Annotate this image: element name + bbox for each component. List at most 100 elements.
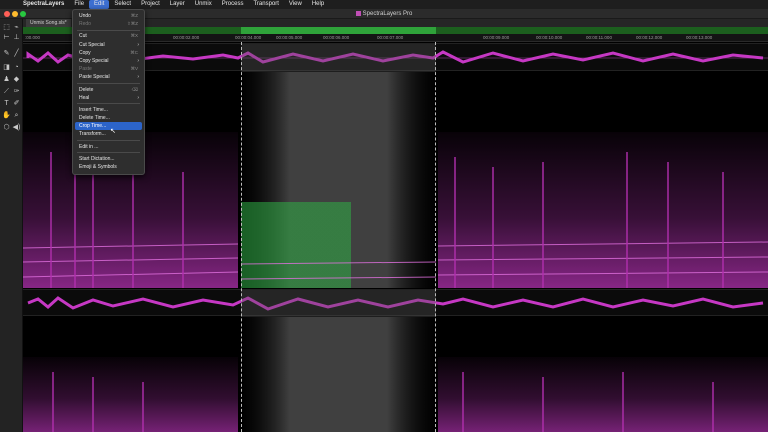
ruler-tick: 00:00:13.000 bbox=[686, 35, 713, 40]
menu-separator bbox=[77, 152, 140, 154]
shortcut: ⌘V bbox=[130, 66, 138, 72]
ruler-tick: 00:00:05.000 bbox=[276, 35, 303, 40]
text-icon[interactable]: T bbox=[2, 99, 11, 108]
edit-menu-dropdown: Undo ⌘Z Redo ⇧⌘Z Cut ⌘X Cut Special › Copy ⌘C… bbox=[72, 9, 145, 175]
cube-icon[interactable]: ⬡ bbox=[2, 123, 11, 132]
fill-icon[interactable]: ◆ bbox=[12, 75, 21, 84]
menu-view[interactable]: View bbox=[284, 0, 307, 9]
shortcut: ⌘X bbox=[130, 33, 138, 39]
marker-icon[interactable]: ✐ bbox=[12, 99, 21, 108]
submenu-arrow-icon: › bbox=[137, 74, 139, 81]
menu-item-edit-in[interactable]: Edit in ... bbox=[75, 143, 142, 151]
ruler-tick: 00:00:09.000 bbox=[483, 35, 510, 40]
menu-app[interactable]: SpectraLayers bbox=[18, 0, 69, 9]
menu-item-label: Start Dictation... bbox=[79, 155, 115, 162]
time-select-icon[interactable]: ⊢ bbox=[2, 33, 11, 42]
spectrogram-bottom-svg bbox=[23, 317, 768, 432]
menu-separator bbox=[77, 103, 140, 105]
menu-separator bbox=[77, 140, 140, 142]
menu-bar: SpectraLayers File Edit Select Project L… bbox=[0, 0, 768, 9]
waveform-bottom-svg bbox=[27, 290, 764, 317]
submenu-arrow-icon: › bbox=[137, 57, 139, 64]
spectrogram-bottom[interactable] bbox=[23, 317, 768, 432]
menu-item-copy-special[interactable]: Copy Special › bbox=[75, 57, 142, 65]
menu-item-transform[interactable]: Transform... bbox=[75, 130, 142, 138]
brush-icon[interactable]: ✎ bbox=[2, 49, 11, 58]
ruler-tick: 00:00:06.000 bbox=[323, 35, 350, 40]
menu-item-label: Undo bbox=[79, 13, 91, 19]
submenu-arrow-icon: › bbox=[137, 41, 139, 48]
menu-item-label: Edit in ... bbox=[79, 143, 99, 150]
menu-item-label: Crop Time... bbox=[79, 123, 107, 130]
menu-item-label: Delete Time... bbox=[79, 115, 110, 122]
menu-item-label: Paste Special bbox=[79, 74, 110, 81]
menu-item-paste-special[interactable]: Paste Special › bbox=[75, 73, 142, 81]
hand-icon[interactable]: ✋ bbox=[2, 111, 11, 120]
app-logo-icon bbox=[355, 10, 361, 16]
shortcut: ⇧⌘Z bbox=[126, 21, 138, 27]
line-icon[interactable]: ╱ bbox=[12, 49, 21, 58]
menu-edit[interactable]: Edit bbox=[89, 0, 110, 9]
menu-item-delete-time[interactable]: Delete Time... bbox=[75, 114, 142, 122]
menu-item-heal[interactable]: Heal › bbox=[75, 94, 142, 102]
menu-item-redo: Redo ⇧⌘Z bbox=[75, 20, 142, 28]
zoom-icon[interactable]: ⌕ bbox=[12, 111, 21, 120]
menu-process[interactable]: Process bbox=[217, 0, 249, 9]
menu-item-start-dictation[interactable]: Start Dictation... bbox=[75, 155, 142, 163]
menu-item-label: Cut bbox=[79, 33, 87, 40]
eraser-icon[interactable]: ◨ bbox=[2, 63, 11, 72]
menu-select[interactable]: Select bbox=[109, 0, 136, 9]
menu-item-undo[interactable]: Undo ⌘Z bbox=[75, 12, 142, 20]
tab-unmix-song[interactable]: Unmix Song.sls* bbox=[26, 19, 71, 27]
ruler-tick: 00:00:10.000 bbox=[536, 35, 563, 40]
menu-transport[interactable]: Transport bbox=[248, 0, 283, 9]
ruler-tick: 00:00:11.000 bbox=[586, 35, 612, 40]
menu-item-cut[interactable]: Cut ⌘X bbox=[75, 32, 142, 40]
eyedropper-icon[interactable]: ⟋ bbox=[2, 87, 11, 96]
pen-icon[interactable]: ✑ bbox=[12, 87, 21, 96]
select-rect-icon[interactable]: ⬚ bbox=[2, 23, 11, 32]
menu-item-label: Insert Time... bbox=[79, 106, 108, 113]
menu-item-label: Delete bbox=[79, 86, 94, 93]
menu-separator bbox=[77, 83, 140, 84]
menu-item-copy[interactable]: Copy ⌘C bbox=[75, 49, 142, 57]
menu-item-crop-time[interactable]: Crop Time... bbox=[75, 122, 142, 131]
submenu-arrow-icon: › bbox=[137, 94, 139, 101]
menu-help[interactable]: Help bbox=[307, 0, 329, 9]
shortcut: ⌘C bbox=[130, 49, 138, 55]
lasso-icon[interactable]: ⌁ bbox=[12, 23, 21, 32]
ruler-tick: :00.000 bbox=[25, 35, 41, 40]
speaker-icon[interactable]: ◀) bbox=[12, 123, 21, 132]
menu-item-insert-time[interactable]: Insert Time... bbox=[75, 106, 142, 114]
menu-layer[interactable]: Layer bbox=[165, 0, 190, 9]
menu-item-label: Emoji & Symbols bbox=[79, 164, 117, 170]
frequency-select-icon[interactable]: ⊥ bbox=[12, 33, 21, 42]
ruler-tick: 00:00:02.000 bbox=[173, 35, 200, 40]
tools-panel: ⬚ ⌁ ⊢ ⊥ ✎ ╱ ◨ ◔ ♟ ◆ ⟋ ✑ T ✐ ✋ ⌕ ⬡ ◀) bbox=[0, 19, 23, 432]
menu-item-label: Transform... bbox=[79, 131, 106, 138]
menu-item-emoji-symbols[interactable]: Emoji & Symbols bbox=[75, 163, 142, 171]
menu-item-label: Paste bbox=[79, 66, 92, 73]
menu-item-delete[interactable]: Delete ⌫ bbox=[75, 86, 142, 94]
shortcut: ⌘Z bbox=[130, 13, 138, 18]
ruler-tick: 00:00:12.000 bbox=[636, 35, 663, 40]
ruler-tick: 00:00:04.000 bbox=[235, 35, 262, 40]
menu-unmix[interactable]: Unmix bbox=[190, 0, 217, 9]
menu-item-cut-special[interactable]: Cut Special › bbox=[75, 41, 142, 49]
menu-separator bbox=[77, 29, 140, 31]
waveform-lane-bottom[interactable] bbox=[23, 289, 768, 317]
menu-project[interactable]: Project bbox=[136, 0, 165, 9]
menu-item-label: Copy Special bbox=[79, 57, 109, 64]
mouse-cursor-icon: ↖ bbox=[110, 128, 116, 135]
window-title-text: SpectraLayers Pro bbox=[362, 11, 413, 17]
menu-item-label: Copy bbox=[79, 49, 91, 56]
shortcut: ⌫ bbox=[131, 86, 138, 92]
menu-item-paste: Paste ⌘V bbox=[75, 65, 142, 73]
overview-visible-range[interactable] bbox=[241, 27, 436, 34]
menu-item-label: Cut Special bbox=[79, 41, 105, 48]
stamp-icon[interactable]: ♟ bbox=[2, 75, 11, 84]
ruler-tick: 00:00:07.000 bbox=[377, 35, 404, 40]
menu-item-label: Heal bbox=[79, 94, 90, 101]
clone-icon[interactable]: ◔ bbox=[12, 63, 21, 72]
menu-file[interactable]: File bbox=[69, 0, 89, 9]
